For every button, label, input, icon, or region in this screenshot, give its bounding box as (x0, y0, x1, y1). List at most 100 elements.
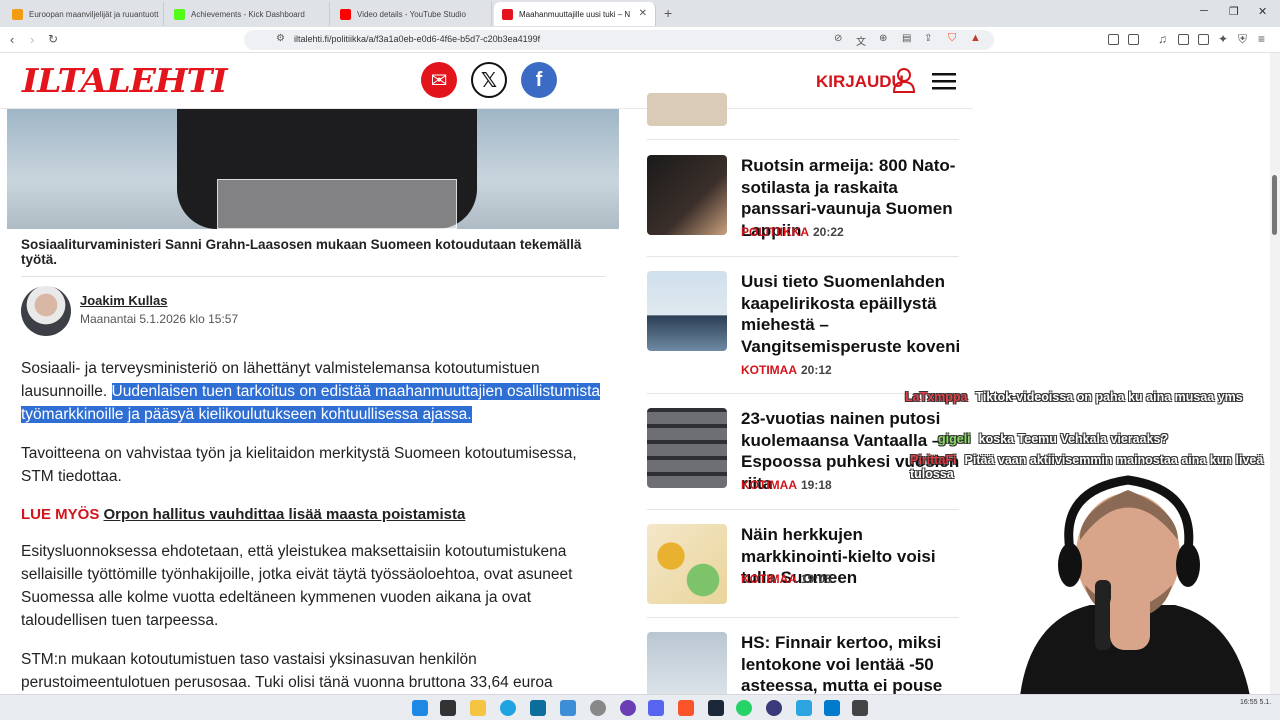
brave-icon[interactable] (678, 700, 694, 716)
extensions-icon[interactable] (1108, 34, 1119, 45)
url-text[interactable]: iltalehti.fi/politiikka/a/f3a1a0eb-e0d6-… (294, 34, 540, 44)
translate-icon[interactable]: 文 (856, 33, 866, 48)
user-icon[interactable] (892, 67, 916, 93)
app-icon[interactable] (766, 700, 782, 716)
article-paragraph-4: STM:n mukaan kotoutumistuen taso vastais… (21, 651, 553, 691)
chat-username: gigeli (938, 432, 971, 446)
back-icon[interactable]: ‹ (10, 32, 14, 47)
music-icon[interactable]: ♫ (1158, 32, 1167, 46)
tab-favicon (340, 8, 351, 20)
taskbar-clock[interactable]: 16:55 5.1. (1240, 699, 1271, 707)
news-thumbnail[interactable] (647, 524, 727, 604)
author-name[interactable]: Joakim Kullas (80, 293, 167, 308)
zoom-icon[interactable]: ⊕ (879, 33, 887, 44)
maximize-icon[interactable]: ❐ (1229, 5, 1239, 18)
sidebar-icon[interactable] (1128, 34, 1139, 45)
windows-taskbar: 16:55 5.1. (0, 694, 1280, 720)
vpn-icon[interactable]: ⛨ (1238, 32, 1247, 47)
tab-title: Video details - YouTube Studio (357, 9, 466, 19)
panel-icon[interactable] (1178, 34, 1189, 45)
obs-icon[interactable] (620, 700, 636, 716)
forward-icon[interactable]: › (30, 32, 34, 47)
site-info-icon[interactable]: ⚙ (276, 33, 285, 44)
news-thumbnail[interactable] (647, 155, 727, 235)
site-header: ILTALEHTI ✉ 𝕏 f KIRJAUDU (0, 53, 973, 109)
tab-1[interactable]: Euroopan maanviljelijät ja ruuantuott (4, 2, 164, 26)
brave-rewards-icon[interactable]: ▲ (970, 32, 981, 44)
tracker-icon[interactable]: ⊘ (834, 33, 842, 44)
reader-icon[interactable]: ▤ (902, 33, 911, 44)
article-hero-image (7, 109, 619, 229)
steam-icon[interactable] (708, 700, 724, 716)
news-thumbnail[interactable] (647, 93, 727, 126)
news-time: 20:12 (801, 363, 832, 377)
news-thumbnail[interactable] (647, 271, 727, 351)
news-category: KOTIMAA (741, 478, 797, 492)
hamburger-menu-icon[interactable] (932, 71, 956, 91)
wallet-icon[interactable] (1198, 34, 1209, 45)
scrollbar-thumb[interactable] (1272, 175, 1277, 235)
divider (21, 276, 606, 277)
read-also: LUE MYÖS Orpon hallitus vauhdittaa lisää… (21, 506, 465, 523)
article-paragraph-1: Sosiaali- ja terveysministeriö on lähett… (21, 357, 611, 426)
start-icon[interactable] (412, 700, 428, 716)
divider (647, 139, 959, 140)
tab-3[interactable]: Video details - YouTube Studio (332, 2, 492, 26)
news-title[interactable]: Uusi tieto Suomenlahden kaapelirikosta e… (741, 271, 966, 357)
chat-text: Tiktok-videoissa on paha ku aina musaa y… (975, 390, 1243, 404)
email-share-icon[interactable]: ✉ (421, 62, 457, 98)
discord-icon[interactable] (648, 700, 664, 716)
brave-shield-icon[interactable]: ⛉ (948, 32, 956, 45)
news-time: 19:05 (801, 572, 832, 586)
app-icon[interactable] (560, 700, 576, 716)
reload-icon[interactable]: ↻ (48, 32, 58, 46)
selected-text: Uudenlaisen tuen tarkoitus on edistää ma… (21, 383, 601, 423)
news-category: KOTIMAA (741, 363, 797, 377)
menu-icon[interactable]: ≡ (1258, 32, 1265, 46)
streamer-webcam (1020, 475, 1250, 696)
web-page: ILTALEHTI ✉ 𝕏 f KIRJAUDU Sosiaaliturvami… (0, 53, 973, 720)
app-icon[interactable] (852, 700, 868, 716)
tab-favicon (174, 8, 185, 20)
x-share-icon[interactable]: 𝕏 (471, 62, 507, 98)
site-logo[interactable]: ILTALEHTI (22, 61, 228, 100)
settings-icon[interactable] (590, 700, 606, 716)
page-scrollbar[interactable] (1270, 53, 1280, 720)
close-window-icon[interactable]: ✕ (1258, 5, 1267, 18)
edge-icon[interactable] (500, 700, 516, 716)
facebook-share-icon[interactable]: f (521, 62, 557, 98)
news-meta: POLITIIKKA 20:22 (741, 225, 844, 239)
task-view-icon[interactable] (440, 700, 456, 716)
new-tab-button[interactable]: + (664, 5, 672, 21)
read-also-link[interactable]: Orpon hallitus vauhdittaa lisää maasta p… (104, 506, 466, 523)
tab-2[interactable]: Achievements - Kick Dashboard (166, 2, 330, 26)
read-also-label: LUE MYÖS (21, 506, 100, 523)
close-tab-icon[interactable]: ✕ (639, 8, 647, 19)
news-thumbnail[interactable] (647, 408, 727, 488)
whatsapp-icon[interactable] (736, 700, 752, 716)
news-category: KOTIMAA (741, 572, 797, 586)
tab-title: Maahanmuuttajille uusi tuki – N (519, 9, 631, 19)
article-paragraph-3: Esitysluonnoksessa ehdotetaan, että ylei… (21, 543, 573, 629)
tab-favicon (12, 8, 23, 20)
chat-message: LaTxmppa Tiktok-videoissa on paha ku aina… (905, 390, 1267, 404)
file-explorer-icon[interactable] (470, 700, 486, 716)
telegram-icon[interactable] (796, 700, 812, 716)
divider (647, 509, 959, 510)
news-category: POLITIIKKA (741, 225, 809, 239)
chat-username: PirittaFi (910, 453, 957, 467)
image-caption: Sosiaaliturvaministeri Sanni Grahn-Laaso… (21, 237, 582, 267)
news-meta: KOTIMAA 19:18 (741, 478, 832, 492)
news-meta: KOTIMAA 20:12 (741, 363, 832, 377)
login-button[interactable]: KIRJAUDU (816, 72, 904, 92)
ai-icon[interactable]: ✦ (1218, 32, 1228, 46)
divider (647, 617, 959, 618)
minimize-icon[interactable]: ─ (1200, 5, 1208, 17)
news-meta: KOTIMAA 19:05 (741, 572, 832, 586)
share-icon[interactable]: ⇪ (924, 33, 932, 44)
vscode-icon[interactable] (824, 700, 840, 716)
address-bar[interactable]: ⚙ iltalehti.fi/politiikka/a/f3a1a0eb-e0d… (244, 30, 994, 50)
author-avatar (21, 286, 71, 336)
store-icon[interactable] (530, 700, 546, 716)
tab-4-active[interactable]: Maahanmuuttajille uusi tuki – N ✕ (494, 2, 656, 26)
